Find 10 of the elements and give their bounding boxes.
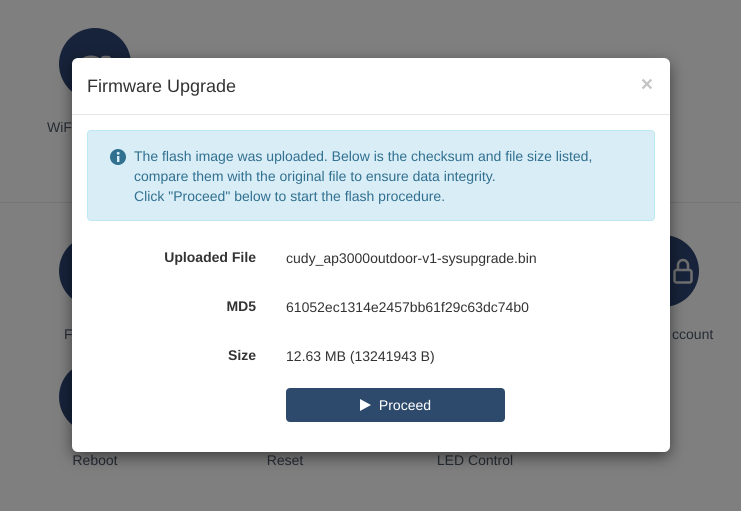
- alert-text: The flash image was uploaded. Below is the checksum and file size listed,: [134, 147, 592, 166]
- field-value: cudy_ap3000outdoor-v1-sysupgrade.bin: [286, 248, 537, 268]
- field-label: MD5: [226, 298, 256, 314]
- alert-text: Click "Proceed" below to start the flash procedure.: [134, 187, 446, 206]
- field-value: 12.63 MB (13241943 B): [286, 346, 435, 366]
- field-label: Size: [228, 347, 256, 363]
- alert-text: compare them with the original file to ensure data integrity.: [134, 167, 497, 186]
- field-label: Uploaded File: [164, 249, 256, 265]
- field-value: 61052ec1314e2457bb61f29c63dc74b0: [286, 298, 529, 316]
- dialog-title: Firmware Upgrade: [87, 74, 236, 98]
